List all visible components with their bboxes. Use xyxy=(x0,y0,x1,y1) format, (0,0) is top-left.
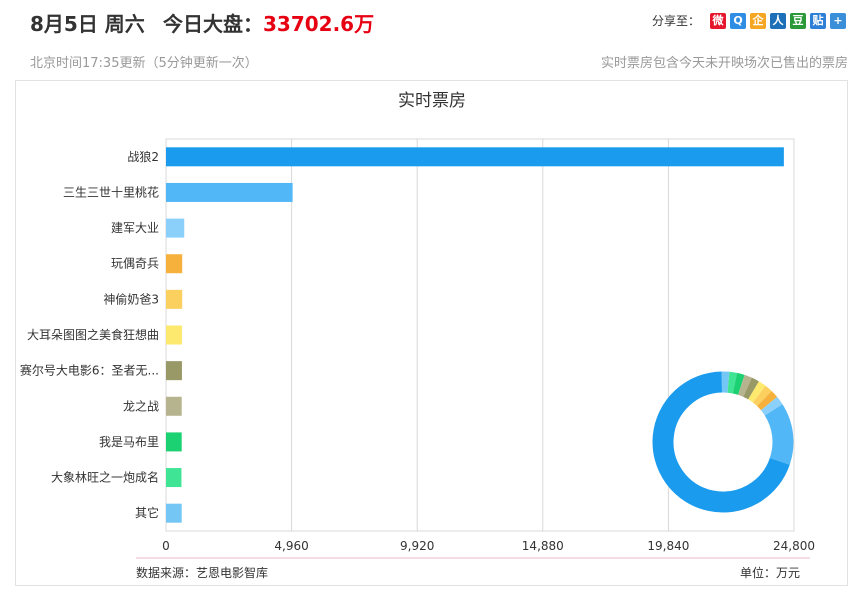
bar[interactable] xyxy=(166,325,182,345)
category-label: 其它 xyxy=(135,505,159,520)
category-label: 大象林旺之一炮成名 xyxy=(51,470,159,485)
category-label: 大耳朵图图之美食狂想曲 xyxy=(27,327,159,342)
bars xyxy=(166,147,784,523)
x-tick-label: 9,920 xyxy=(400,539,434,553)
category-label: 神偷奶爸3 xyxy=(103,291,159,306)
category-label: 三生三世十里桃花 xyxy=(63,184,159,199)
donut-slice[interactable] xyxy=(732,372,745,395)
box-office-note: 实时票房包含今天未开映场次已售出的票房 xyxy=(600,56,848,71)
qq-icon[interactable]: 企 xyxy=(750,12,766,29)
renren-icon[interactable]: 人 xyxy=(770,12,786,29)
chart-panel: 实时票房 战狼2 三生三世十里桃花建军大业玩偶奇兵神偷奶爸3 大耳朵图图之美食狂想曲… xyxy=(15,80,848,586)
x-tick-label: 14,880 xyxy=(522,539,564,553)
x-tick-labels: 0 4,960 9,920 14,880 19,840 24,800 xyxy=(162,539,815,553)
x-tick-label: 24,800 xyxy=(773,539,815,553)
total-label: 今日大盘： xyxy=(163,12,263,36)
bar[interactable] xyxy=(166,468,182,488)
bar[interactable] xyxy=(166,396,182,416)
share-label: 分享至： xyxy=(651,14,700,28)
donut-slice[interactable] xyxy=(738,374,752,397)
x-tick-label: 19,840 xyxy=(647,539,689,553)
bar[interactable] xyxy=(166,289,183,309)
donut-slice[interactable] xyxy=(748,381,766,403)
more-icon[interactable]: + xyxy=(830,12,846,29)
category-label: 建军大业 xyxy=(111,221,159,235)
share-icons: 微 Q 企人豆贴 + xyxy=(706,12,846,29)
donut-slice[interactable] xyxy=(752,385,772,407)
category-labels: 战狼2 三生三世十里桃花建军大业玩偶奇兵神偷奶爸3 大耳朵图图之美食狂想曲赛尔号大电… xyxy=(20,149,159,520)
share-bar: 分享至： 微 Q 企人豆贴 + xyxy=(652,12,846,29)
douban-icon[interactable]: 豆 xyxy=(790,12,806,29)
unit-label: 单位：万元 xyxy=(740,565,800,580)
date-label: 8月5日 周六 xyxy=(30,12,145,36)
total-value: 33702.6万 xyxy=(263,12,375,36)
donut-slice[interactable] xyxy=(727,371,738,394)
donut-chart xyxy=(652,371,794,513)
category-label: 龙之战 xyxy=(123,399,159,413)
update-time: 北京时间17:35更新（5分钟更新一次） xyxy=(30,56,258,71)
bar[interactable] xyxy=(166,432,182,452)
x-tick-label: 0 xyxy=(162,539,170,553)
data-source: 数据来源：艺恩电影智库 xyxy=(136,565,268,580)
bar[interactable] xyxy=(166,254,183,274)
chart-title: 实时票房 xyxy=(398,91,466,111)
bar-chart: 实时票房 战狼2 三生三世十里桃花建军大业玩偶奇兵神偷奶爸3 大耳朵图图之美食狂想曲… xyxy=(20,91,815,580)
weibo-icon[interactable]: 微 xyxy=(710,12,726,29)
category-label: 赛尔号大电影6：圣者无... xyxy=(20,363,159,378)
bar[interactable] xyxy=(166,182,293,202)
donut-slice[interactable] xyxy=(764,404,794,465)
bar[interactable] xyxy=(166,361,182,381)
x-tick-label: 4,960 xyxy=(274,539,308,553)
donut-slice[interactable] xyxy=(760,396,783,416)
donut-slice[interactable] xyxy=(743,377,759,400)
tieba-icon[interactable]: 贴 xyxy=(810,12,826,29)
header: 8月5日 周六 今日大盘：33702.6万 分享至： 微 Q 企人豆贴 + 北京时间1… xyxy=(0,0,864,80)
bar[interactable] xyxy=(166,147,784,167)
category-label: 玩偶奇兵 xyxy=(111,257,159,271)
donut-slice[interactable] xyxy=(757,390,778,411)
bar[interactable] xyxy=(166,218,185,238)
qzone-icon[interactable]: Q xyxy=(730,12,746,29)
bar[interactable] xyxy=(166,503,182,523)
category-label: 战狼2 xyxy=(127,149,159,164)
total-box-office: 今日大盘：33702.6万 xyxy=(163,8,374,37)
category-label: 我是马布里 xyxy=(99,435,159,449)
